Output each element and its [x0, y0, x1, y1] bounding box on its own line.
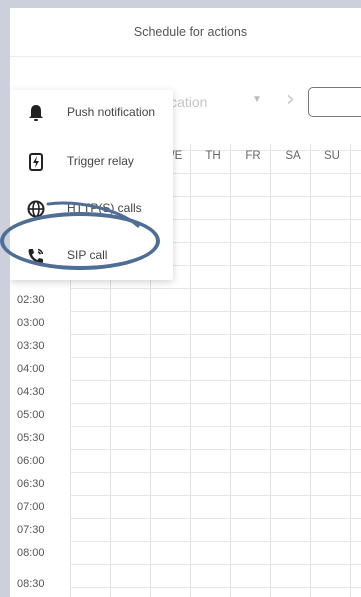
time-label: 06:30 — [17, 478, 45, 490]
menu-item-label: Push notification — [67, 105, 156, 119]
time-label: 07:00 — [17, 501, 45, 513]
day-header-fr: FR — [245, 150, 261, 162]
time-label: 04:30 — [17, 386, 45, 398]
time-label: 08:30 — [17, 578, 45, 590]
time-label: 05:00 — [17, 409, 45, 421]
day-header-su: SU — [324, 150, 340, 162]
chevron-down-icon[interactable]: ▼ — [252, 94, 262, 105]
highlight-ellipse — [0, 212, 160, 270]
relay-icon — [29, 153, 43, 171]
menu-item-push-notification[interactable]: Push notification — [10, 90, 173, 136]
day-header-th: TH — [205, 150, 221, 162]
date-field[interactable] — [308, 87, 361, 117]
time-label: 02:30 — [17, 294, 45, 306]
schedule-panel: Schedule for actions ification ▼ › TU WE… — [10, 8, 361, 597]
time-label: 05:30 — [17, 432, 45, 444]
time-label: 03:00 — [17, 317, 45, 329]
bell-icon — [29, 105, 43, 121]
chevron-right-icon[interactable]: › — [286, 87, 295, 112]
page-title: Schedule for actions — [133, 25, 248, 39]
time-label: 08:00 — [17, 547, 45, 559]
day-header-sa: SA — [285, 150, 301, 162]
time-label: 07:30 — [17, 524, 45, 536]
menu-item-trigger-relay[interactable]: Trigger relay — [10, 139, 173, 185]
menu-item-label: Trigger relay — [67, 154, 134, 168]
time-label: 04:00 — [17, 363, 45, 375]
divider — [10, 56, 361, 57]
time-label: 03:30 — [17, 340, 45, 352]
time-label: 06:00 — [17, 455, 45, 467]
